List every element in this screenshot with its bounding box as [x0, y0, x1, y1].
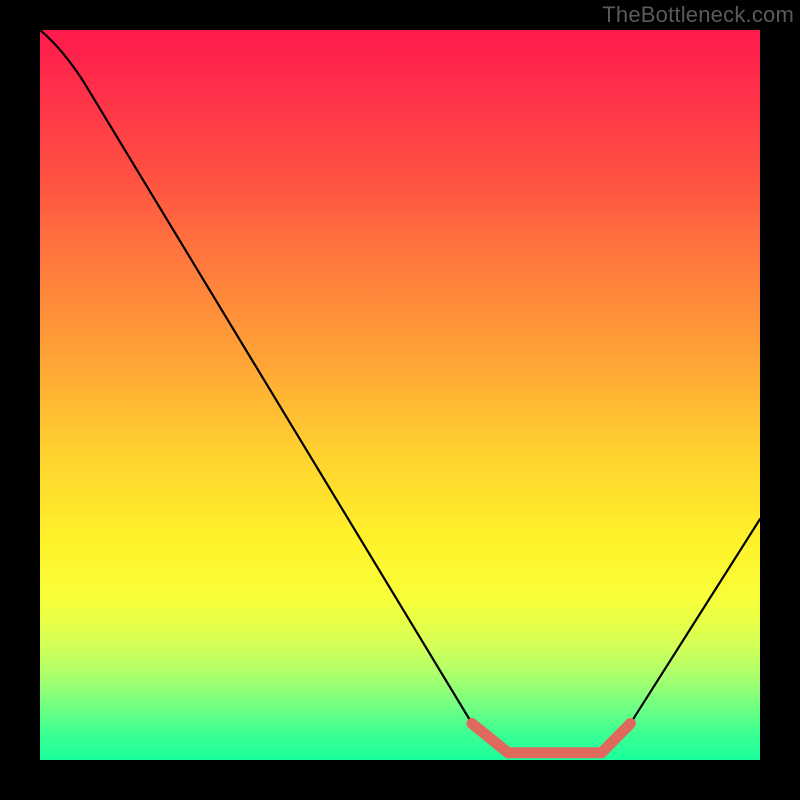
watermark-text: TheBottleneck.com — [602, 2, 794, 28]
series-svg — [40, 30, 760, 760]
plot-area — [40, 30, 760, 760]
highlight-segment — [472, 724, 630, 753]
main-curve — [40, 30, 760, 753]
chart-frame: TheBottleneck.com — [0, 0, 800, 800]
